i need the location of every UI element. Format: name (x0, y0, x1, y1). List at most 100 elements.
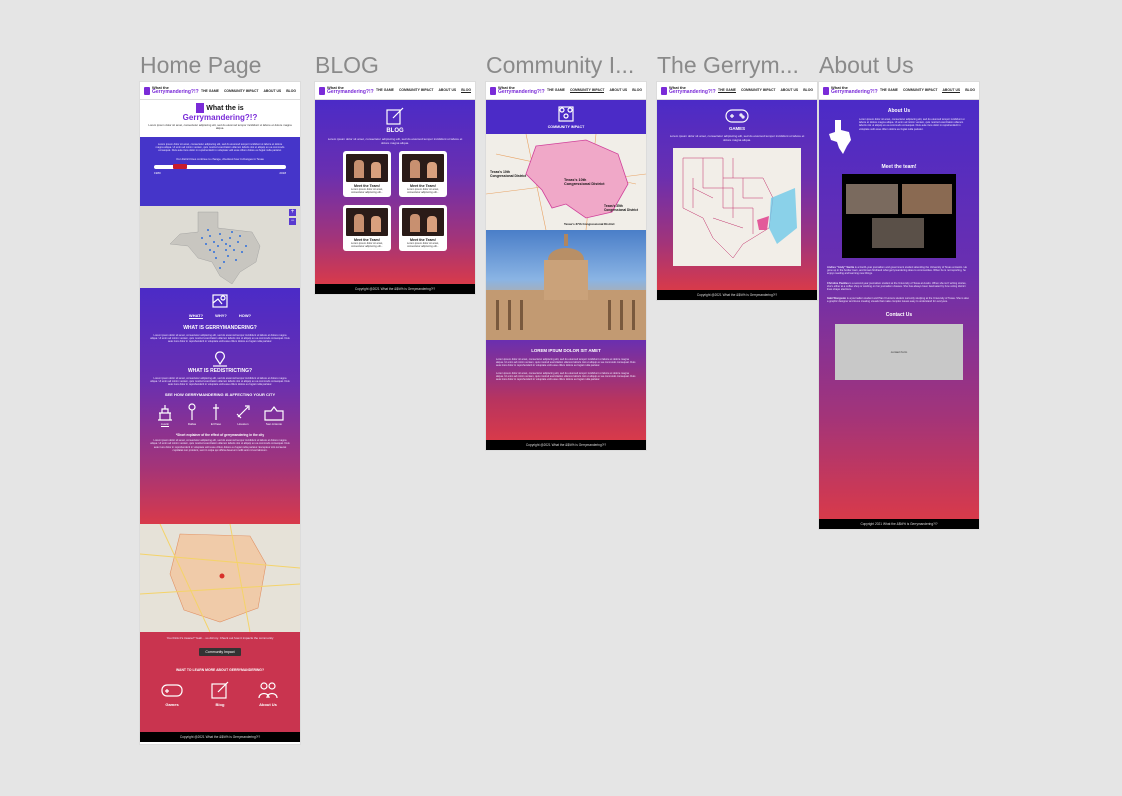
slider-caption: Our district lines continue to change, c… (176, 156, 264, 161)
austin-map[interactable] (140, 524, 300, 632)
tab-how[interactable]: HOW? (239, 313, 251, 319)
contact-title: Contact Us (885, 311, 913, 318)
learn-link-games[interactable]: Games (160, 680, 184, 707)
nav-link-game[interactable]: THE GAME (376, 88, 394, 93)
nav-link-game[interactable]: THE GAME (718, 88, 736, 93)
nav-link-game[interactable]: THE GAME (880, 88, 898, 93)
zoom-out-button[interactable]: − (289, 218, 296, 225)
games-body: GAMES Lorem ipsum dolor sit amet, consec… (657, 100, 817, 290)
city-title: SEE HOW GERRYMANDERING IS AFFECTING YOUR… (164, 392, 276, 398)
nav-link-community[interactable]: COMMUNITY IMPACT (903, 88, 938, 93)
austin-map-graphic (140, 524, 300, 632)
contact-form[interactable]: contact form (835, 323, 963, 380)
nav-link-about[interactable]: ABOUT US (609, 88, 627, 93)
district-map[interactable]: Texas's 10th Congressional District Texa… (486, 134, 646, 230)
city-sanantonio[interactable]: San Antonio (263, 402, 285, 427)
logo-text-main: Gerrymandering?!? (669, 89, 716, 95)
city-elpaso[interactable]: El Paso (209, 402, 223, 427)
nav-link-about[interactable]: ABOUT US (780, 88, 798, 93)
learn-link-label: Games (165, 702, 179, 707)
map-pin-icon-wrap (150, 292, 290, 310)
slider-end-label: 2018 (279, 170, 286, 175)
community-impact-button[interactable]: Community Impact (199, 648, 241, 656)
navbar: What the Gerrymandering?!? THE GAME COMMU… (486, 82, 646, 100)
what-title: WHAT IS GERRYMANDERING? (183, 325, 257, 331)
team-video[interactable] (842, 174, 956, 258)
year-slider[interactable] (154, 164, 286, 170)
nav-link-about[interactable]: ABOUT US (263, 89, 281, 93)
texas-outline-icon (829, 120, 851, 154)
card-desc: Lorem ipsum dolor sit amet, consectetur … (350, 242, 383, 248)
zoom-in-button[interactable]: + (289, 209, 296, 216)
city-houston[interactable]: Houston (233, 402, 253, 427)
nav-links: THE GAME COMMUNITY IMPACT ABOUT US BLOG (718, 88, 813, 93)
site-logo[interactable]: What the Gerrymandering?!? (661, 86, 716, 95)
bio-text: is a journalism student and Plan II Hono… (827, 297, 969, 304)
frame-title-about[interactable]: About Us (819, 52, 979, 79)
texas-map[interactable]: + − (140, 206, 300, 288)
city-austin[interactable]: Austin (155, 402, 175, 428)
city-dallas[interactable]: Dallas (185, 402, 199, 427)
game-map[interactable] (673, 148, 801, 266)
nav-link-about[interactable]: ABOUT US (438, 88, 456, 93)
nav-link-community[interactable]: COMMUNITY IMPACT (741, 88, 776, 93)
site-logo[interactable]: What the Gerrymandering?!? (319, 86, 374, 95)
nav-link-community[interactable]: COMMUNITY IMPACT (224, 89, 259, 93)
community-people-icon (558, 106, 574, 122)
rocket-icon (236, 405, 250, 419)
blog-footer: Copyright @2021 What the &$!#% is Gerrym… (315, 284, 475, 294)
learn-link-blog[interactable]: Blog (208, 680, 232, 707)
card-desc: Lorem ipsum dolor sit amet, consectetur … (350, 188, 383, 194)
logo-icon (661, 86, 667, 95)
district-game-map (673, 148, 801, 266)
map-label-district-b: Texas's 10th Congressional District (564, 178, 605, 186)
redistrict-text: Lorem ipsum dolor sit amet, consectetur … (150, 376, 290, 387)
frame-title-blog[interactable]: BLOG (315, 52, 475, 79)
blog-card[interactable]: Meet the Team! Lorem ipsum dolor sit amet… (343, 205, 391, 251)
blog-card[interactable]: Meet the Team! Lorem ipsum dolor sit amet… (399, 151, 447, 197)
nav-link-game[interactable]: THE GAME (547, 88, 565, 93)
frame-title-gerry[interactable]: The Gerrym... (657, 52, 817, 79)
nav-link-blog[interactable]: BLOG (965, 88, 975, 93)
blog-card[interactable]: Meet the Team! Lorem ipsum dolor sit amet… (399, 205, 447, 251)
blog-icon-wrap (325, 106, 465, 126)
nav-link-about[interactable]: ABOUT US (942, 88, 961, 93)
city-text: Lorem ipsum dolor sit amet, consectetur … (150, 439, 290, 452)
location-pin-icon (213, 351, 227, 367)
reunion-tower-icon (188, 403, 196, 421)
frame-title-home[interactable]: Home Page (140, 52, 300, 79)
nav-link-blog[interactable]: BLOG (803, 88, 813, 93)
blog-card[interactable]: Meet the Team! Lorem ipsum dolor sit amet… (343, 151, 391, 197)
map-label-district-c: Texas's 35th Congressional District (604, 204, 639, 212)
navbar: What the Gerrymandering?!? THE GAME COMMU… (657, 82, 817, 100)
logo-text-main: Gerrymandering?!? (327, 89, 374, 95)
games-title: GAMES (728, 126, 746, 131)
nav-link-community[interactable]: COMMUNITY IMPACT (569, 88, 605, 93)
slider-handle[interactable] (173, 164, 188, 170)
map-label-district-d: Texas's 37th Congressional District (564, 222, 615, 226)
card-desc: Lorem ipsum dolor sit amet, consectetur … (406, 188, 439, 194)
frame-title-community[interactable]: Community I... (486, 52, 646, 79)
site-logo[interactable]: What the Gerrymandering?!? (144, 86, 199, 95)
about-intro-row: Lorem ipsum dolor sit amet, consectetur … (827, 118, 971, 156)
city-label: Houston (237, 422, 249, 427)
nav-links: THE GAME COMMUNITY IMPACT ABOUT US BLOG (201, 89, 296, 93)
nav-link-blog[interactable]: BLOG (286, 89, 296, 93)
blog-body: BLOG Lorem ipsum dolor sit amet, consect… (315, 100, 475, 284)
navbar: What the Gerrymandering?!? THE GAME COMMU… (140, 82, 300, 100)
tab-what[interactable]: WHAT? (188, 313, 204, 319)
community-frame: What the Gerrymandering?!? THE GAME COMMU… (486, 82, 646, 450)
nav-link-game[interactable]: THE GAME (201, 89, 219, 93)
nav-link-community[interactable]: COMMUNITY IMPACT (399, 88, 434, 93)
gamepad-icon (161, 684, 183, 697)
nav-link-blog[interactable]: BLOG (632, 88, 642, 93)
card-photo (346, 208, 388, 236)
learn-link-about[interactable]: About Us (256, 680, 280, 707)
nav-link-blog[interactable]: BLOG (461, 88, 471, 93)
site-logo[interactable]: What the Gerrymandering?!? (823, 86, 878, 95)
tab-why[interactable]: WHY? (215, 313, 227, 319)
star-tower-icon (213, 404, 219, 421)
navbar: What the Gerrymandering?!? THE GAME COMMU… (315, 82, 475, 100)
pencil-paper-icon (211, 681, 229, 699)
site-logo[interactable]: What the Gerrymandering?!? (490, 86, 545, 95)
